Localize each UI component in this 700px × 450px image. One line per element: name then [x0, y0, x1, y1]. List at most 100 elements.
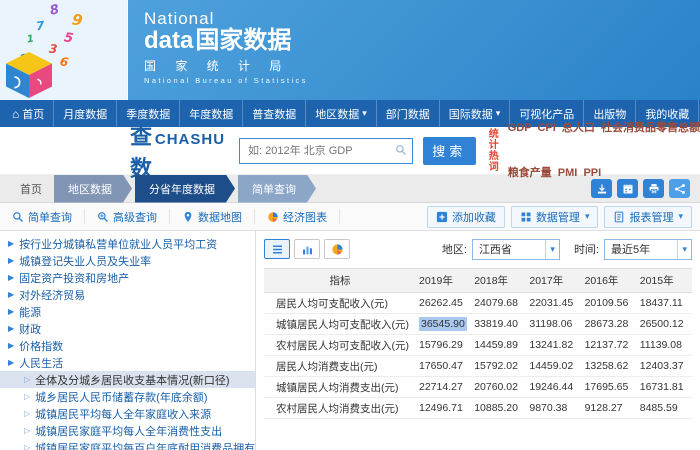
- tree-leaf-icon: ▷: [24, 409, 30, 418]
- value-cell: 36545.90: [416, 314, 471, 335]
- sidebar-item-1[interactable]: ▶按行业分城镇私营单位就业人员平均工资: [0, 235, 255, 252]
- breadcrumb-item-1[interactable]: 首页: [8, 181, 54, 197]
- printer-button[interactable]: [643, 179, 664, 198]
- hot-badge-line1: 统计: [489, 129, 499, 151]
- nav-item-7[interactable]: 部门数据: [377, 100, 440, 127]
- nav-item-5[interactable]: 普查数据: [243, 100, 306, 127]
- hot-words-line1[interactable]: GDP CPI 总人口 社会消费品零售总额: [508, 121, 700, 136]
- sidebar-item-9[interactable]: ▷全体及分城乡居民收支基本情况(新口径): [0, 371, 255, 388]
- value-cell: 14459.02: [526, 356, 581, 377]
- value-cell: 16731.81: [637, 377, 692, 398]
- toolbar-item-2[interactable]: 高级查询: [85, 209, 170, 224]
- toolbar-item-4[interactable]: 经济图表: [255, 209, 340, 224]
- download-button[interactable]: [591, 179, 612, 198]
- chevron-down-icon: ▾: [585, 211, 590, 222]
- value-cell: 20109.56: [582, 293, 637, 314]
- search-box: [239, 138, 413, 164]
- tree-expand-icon: ▶: [8, 358, 14, 367]
- sidebar-item-label: 城镇居民平均每人全年家庭收入来源: [35, 406, 211, 422]
- search-button[interactable]: 搜索: [423, 137, 476, 165]
- logo-graphic: 89751326: [0, 0, 128, 100]
- toolbar-item-label: 报表管理: [629, 209, 673, 225]
- toolbar-right-item-2[interactable]: 数据管理▾: [511, 206, 599, 228]
- time-select[interactable]: 最近5年 ▾: [604, 239, 692, 260]
- value-cell: 12137.72: [582, 335, 637, 356]
- nav-item-label: 部门数据: [386, 106, 430, 122]
- table-row: 农村居民人均可支配收入(元)15796.2914459.8913241.8212…: [264, 335, 692, 356]
- value-cell: 13258.62: [582, 356, 637, 377]
- toolbar-item-label: 高级查询: [113, 209, 157, 225]
- sidebar-item-10[interactable]: ▷城乡居民人民币储蓄存款(年底余额): [0, 388, 255, 405]
- filters: 地区: 江西省 ▾ 时间: 最近5年 ▾: [442, 239, 692, 260]
- search-icon: [12, 211, 24, 223]
- column-header: 2019年: [416, 269, 471, 293]
- column-header: 2015年: [637, 269, 692, 293]
- table-row: 城镇居民人均可支配收入(元)36545.9033819.4031198.0628…: [264, 314, 692, 335]
- list-icon: [271, 243, 284, 256]
- nav-item-6[interactable]: 地区数据▾: [306, 100, 377, 127]
- sidebar-item-4[interactable]: ▶对外经济贸易: [0, 286, 255, 303]
- sidebar-item-label: 财政: [19, 321, 41, 337]
- sidebar-item-5[interactable]: ▶能源: [0, 303, 255, 320]
- tree-expand-icon: ▶: [8, 341, 14, 350]
- list-view-button[interactable]: [264, 239, 290, 259]
- value-cell: 20760.02: [471, 377, 526, 398]
- sidebar-item-7[interactable]: ▶价格指数: [0, 337, 255, 354]
- sidebar-item-label: 固定资产投资和房地产: [19, 270, 129, 286]
- sidebar-item-12[interactable]: ▷城镇居民家庭平均每人全年消费性支出: [0, 422, 255, 439]
- sidebar-item-label: 城镇居民家庭平均每百户年底耐用消费品拥有量: [35, 440, 255, 450]
- bar-chart-icon: [301, 243, 314, 256]
- tree-expand-icon: ▶: [8, 256, 14, 265]
- pie-chart-view-button[interactable]: [324, 239, 350, 259]
- calendar-button[interactable]: [617, 179, 638, 198]
- sidebar-item-8[interactable]: ▶人民生活: [0, 354, 255, 371]
- time-label: 时间:: [574, 241, 599, 257]
- breadcrumb-item-2[interactable]: 地区数据: [54, 175, 132, 203]
- nav-item-1[interactable]: ⌂首页: [0, 100, 54, 127]
- sidebar-item-3[interactable]: ▶固定资产投资和房地产: [0, 269, 255, 286]
- tree-leaf-icon: ▷: [24, 392, 30, 401]
- sidebar-item-6[interactable]: ▶财政: [0, 320, 255, 337]
- value-cell: 12496.71: [416, 398, 471, 419]
- toolbar-item-3[interactable]: 数据地图: [170, 209, 255, 224]
- value-cell: 8485.59: [637, 398, 692, 419]
- breadcrumb-item-3[interactable]: 分省年度数据: [135, 175, 235, 203]
- toolbar-right-item-3[interactable]: 报表管理 ▾: [604, 206, 692, 228]
- sidebar-item-label: 按行业分城镇私营单位就业人员平均工资: [19, 236, 217, 252]
- toolbar-item-1[interactable]: 简单查询: [0, 209, 85, 224]
- logo-digit: 8: [49, 2, 61, 19]
- indicator-cell: 农村居民人均可支配收入(元): [264, 335, 416, 356]
- share-icon: [674, 183, 686, 195]
- brand-data: data国家数据: [144, 28, 308, 53]
- toolbar-item-label: 经济图表: [283, 209, 327, 225]
- chevron-down-icon: ▾: [678, 211, 683, 222]
- tree-expand-icon: ▶: [8, 290, 14, 299]
- breadcrumb-item-4[interactable]: 简单查询: [238, 175, 316, 203]
- bar-chart-view-button[interactable]: [294, 239, 320, 259]
- nav-item-label: 月度数据: [63, 106, 107, 122]
- bureau-name-en: National Bureau of Statistics: [144, 77, 308, 85]
- column-header: 2017年: [526, 269, 581, 293]
- table-row: 居民人均可支配收入(元)26262.4524079.6822031.452010…: [264, 293, 692, 314]
- view-switcher: [264, 239, 350, 259]
- region-select[interactable]: 江西省 ▾: [472, 239, 560, 260]
- value-cell: 28673.28: [582, 314, 637, 335]
- brand-national: National: [144, 10, 308, 28]
- chashu-logo-cn: 查数: [130, 119, 153, 183]
- sidebar-item-13[interactable]: ▷城镇居民家庭平均每百户年底耐用消费品拥有量: [0, 439, 255, 450]
- indicator-cell: 居民人均可支配收入(元): [264, 293, 416, 314]
- value-cell: 18437.11: [637, 293, 692, 314]
- value-cell: 22031.45: [526, 293, 581, 314]
- brand-data-en: data: [144, 27, 193, 54]
- nav-item-2[interactable]: 月度数据: [54, 100, 117, 127]
- search-icon: [395, 144, 407, 156]
- share-button[interactable]: [669, 179, 690, 198]
- value-cell: 31198.06: [526, 314, 581, 335]
- sidebar-item-label: 城镇居民家庭平均每人全年消费性支出: [35, 423, 222, 439]
- nav-item-label: 国际数据: [449, 106, 493, 122]
- sidebar-item-11[interactable]: ▷ 城镇居民平均每人全年家庭收入来源: [0, 405, 255, 422]
- sidebar-item-2[interactable]: ▶城镇登记失业人员及失业率: [0, 252, 255, 269]
- toolbar-right-item-1[interactable]: 添加收藏: [427, 206, 505, 228]
- search-input[interactable]: [240, 145, 412, 157]
- logo-digit: 1: [26, 34, 34, 46]
